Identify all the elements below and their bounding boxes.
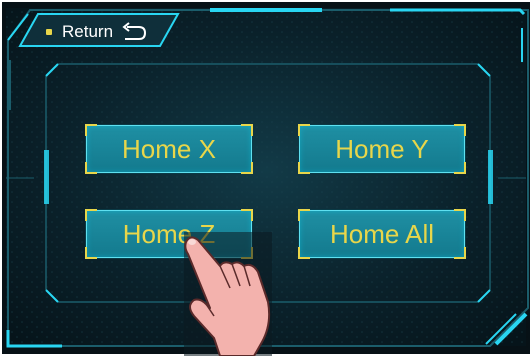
home-all-label: Home All [329,218,435,249]
return-button[interactable]: Return [46,18,147,46]
home-all-button[interactable]: Home All [298,209,466,259]
home-y-button[interactable]: Home Y [298,124,466,174]
home-y-label: Home Y [335,133,429,164]
home-x-label: Home X [122,133,216,164]
return-label: Return [62,22,114,41]
home-x-button[interactable]: Home X [85,124,253,174]
pointing-hand-icon [184,232,272,356]
touchscreen-panel: Return Home X Home Y Home Z Home All [0,0,532,356]
return-arrow-icon [122,22,147,40]
bullet-icon [46,29,52,35]
